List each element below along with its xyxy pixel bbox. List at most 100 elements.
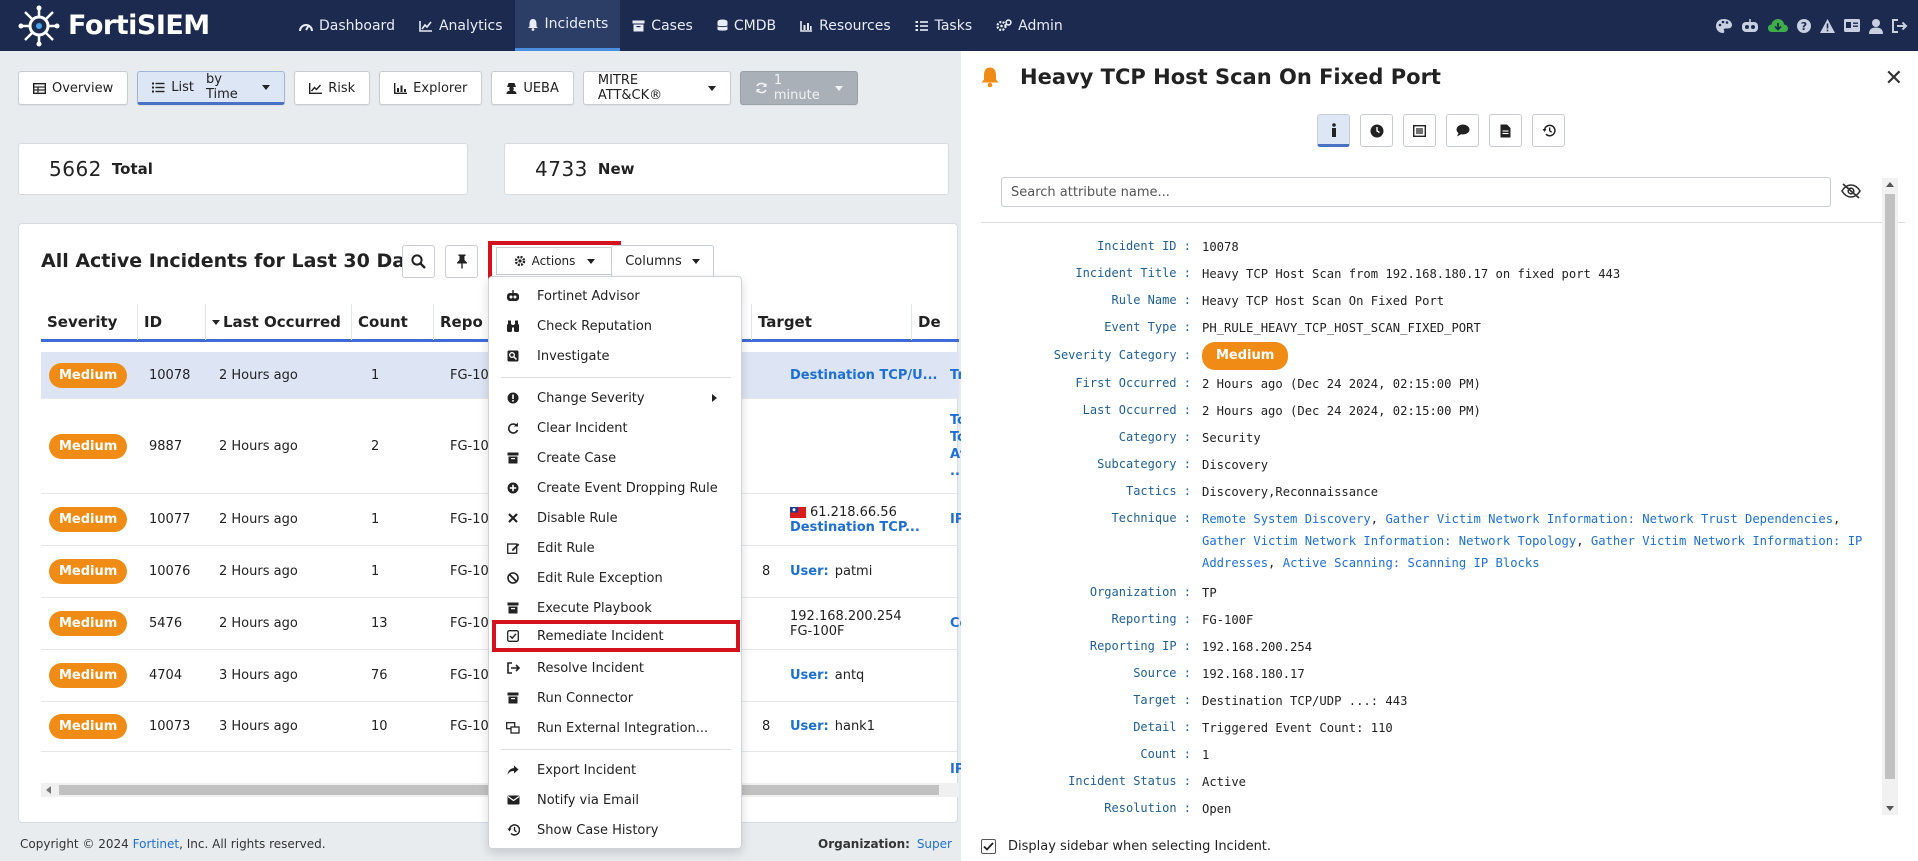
explorer-button[interactable]: Explorer [379, 71, 483, 105]
ueba-button[interactable]: UEBA [491, 71, 574, 105]
row-target[interactable]: 61.218.66.56 Destination TCP... [790, 494, 920, 545]
menu-disable-rule[interactable]: Disable Rule [497, 504, 733, 532]
checkbox-checked-icon[interactable] [981, 839, 996, 854]
caret-right-icon [712, 394, 717, 402]
nav-resources[interactable]: Resources [788, 0, 903, 51]
nav-analytics[interactable]: Analytics [407, 0, 515, 51]
search-button[interactable] [402, 245, 435, 278]
menu-label: Notify via Email [537, 792, 640, 808]
fortinet-link[interactable]: Fortinet [133, 837, 179, 851]
menu-remediate-incident[interactable]: Remediate Incident [492, 620, 740, 652]
menu-create-case[interactable]: Create Case [497, 444, 733, 472]
clear-icon [503, 422, 523, 434]
technique-link[interactable]: Remote System Discovery [1202, 512, 1371, 526]
nav-tasks[interactable]: Tasks [903, 0, 985, 51]
technique-link[interactable]: Active Scanning: Scanning IP Blocks [1283, 556, 1540, 570]
mitre-attack-dropdown[interactable]: MITRE ATT&CK® [582, 71, 731, 105]
logo[interactable]: FortiSIEM [18, 4, 210, 47]
scroll-down-icon[interactable] [1886, 806, 1894, 811]
nav-cmdb[interactable]: CMDB [705, 0, 788, 51]
palette-icon[interactable] [1715, 18, 1733, 34]
actions-button[interactable]: Actions [496, 247, 613, 275]
col-detail[interactable]: De [911, 304, 959, 340]
nav-dashboard[interactable]: Dashboard [287, 0, 407, 51]
tab-report[interactable] [1489, 114, 1522, 147]
tab-timeline[interactable] [1360, 114, 1393, 147]
binoculars-icon [503, 320, 523, 332]
col-target[interactable]: Target [751, 304, 911, 340]
technique-link[interactable]: Gather Victim Network Information: Netwo… [1202, 534, 1576, 548]
menu-edit-rule-exception[interactable]: Edit Rule Exception [497, 564, 733, 592]
row-target[interactable]: User: patmi [790, 546, 872, 597]
scrollbar-thumb[interactable] [1885, 194, 1895, 779]
tab-comments[interactable] [1446, 114, 1479, 147]
overview-button[interactable]: Overview [18, 71, 129, 105]
menu-create-event-dropping-rule[interactable]: Create Event Dropping Rule [497, 474, 733, 502]
nav-incidents[interactable]: Incidents [514, 0, 621, 51]
close-icon[interactable]: ✕ [1885, 66, 1903, 91]
tab-events[interactable] [1403, 114, 1436, 147]
menu-fortinet-advisor[interactable]: Fortinet Advisor [497, 282, 733, 310]
share-icon [503, 765, 523, 776]
row-target[interactable]: Destination TCP/U... [790, 352, 937, 398]
row-target[interactable]: User: hank1 [790, 702, 875, 751]
attribute-search-input[interactable] [1001, 177, 1831, 207]
menu-edit-rule[interactable]: Edit Rule [497, 534, 733, 562]
info-icon [1331, 122, 1337, 137]
risk-button[interactable]: Risk [294, 71, 371, 105]
attr-key: Event Type : [1104, 320, 1191, 334]
technique-link[interactable]: Gather Victim Network Information: Netwo… [1385, 512, 1833, 526]
menu-notify-via-email[interactable]: Notify via Email [497, 786, 733, 814]
robot-icon[interactable] [1740, 18, 1760, 34]
scroll-left-icon[interactable] [46, 786, 51, 794]
scroll-up-icon[interactable] [1886, 182, 1894, 187]
vertical-scrollbar[interactable] [1882, 178, 1898, 815]
menu-label: Clear Incident [537, 420, 628, 436]
cloud-download-icon[interactable] [1767, 18, 1789, 34]
sidebar-toggle-checkbox[interactable]: Display sidebar when selecting Incident. [981, 839, 1271, 854]
tab-history[interactable] [1532, 114, 1565, 147]
new-stat-card[interactable]: 4733 New [504, 143, 949, 195]
list-by-time-button[interactable]: List by Time [137, 71, 286, 105]
row-target[interactable]: 192.168.200.254 FG-100F [790, 598, 902, 649]
total-stat-card[interactable]: 5662 Total [18, 143, 468, 195]
eye-slash-icon[interactable] [1841, 183, 1861, 199]
columns-button[interactable]: Columns [611, 245, 714, 278]
history-icon [503, 824, 523, 836]
menu-check-reputation[interactable]: Check Reputation [497, 312, 733, 340]
nav-admin[interactable]: Admin [984, 0, 1075, 51]
col-id[interactable]: ID [137, 304, 205, 340]
menu-run-external-integration[interactable]: Run External Integration... [497, 714, 733, 742]
warning-icon[interactable] [1819, 18, 1836, 34]
refresh-interval-dropdown[interactable]: 1 minute [739, 71, 858, 105]
menu-show-case-history[interactable]: Show Case History [497, 816, 733, 844]
menu-execute-playbook[interactable]: Execute Playbook [497, 594, 733, 622]
pin-button[interactable] [445, 245, 478, 278]
row-reporting: FG-10 [450, 564, 489, 579]
attr-key: Reporting IP : [1089, 639, 1191, 653]
menu-resolve-incident[interactable]: Resolve Incident [497, 654, 733, 682]
menu-change-severity[interactable]: Change Severity [497, 384, 733, 412]
menu-investigate[interactable]: Investigate [497, 342, 733, 370]
row-count: 76 [371, 668, 388, 683]
menu-export-incident[interactable]: Export Incident [497, 756, 733, 784]
nav-cases[interactable]: Cases [620, 0, 705, 51]
col-severity[interactable]: Severity [41, 304, 137, 340]
col-last-occurred[interactable]: Last Occurred [205, 304, 351, 340]
menu-separator [501, 377, 731, 378]
menu-run-connector[interactable]: Run Connector [497, 684, 733, 712]
org-value[interactable]: Super [917, 837, 952, 851]
row-target-dest[interactable]: Destination TCP... [790, 520, 920, 535]
help-icon[interactable]: ? [1796, 18, 1812, 34]
tab-info[interactable] [1317, 114, 1350, 147]
col-count[interactable]: Count [351, 304, 433, 340]
id-card-icon[interactable] [1843, 18, 1861, 33]
user-icon[interactable] [1868, 18, 1884, 34]
menu-clear-incident[interactable]: Clear Incident [497, 414, 733, 442]
bell-icon [527, 18, 539, 31]
actions-button-highlight[interactable]: Actions [488, 241, 621, 281]
row-target[interactable]: User: antq [790, 650, 864, 701]
total-label: Total [111, 160, 153, 178]
tasks-icon [915, 20, 929, 32]
logout-icon[interactable] [1891, 18, 1908, 34]
